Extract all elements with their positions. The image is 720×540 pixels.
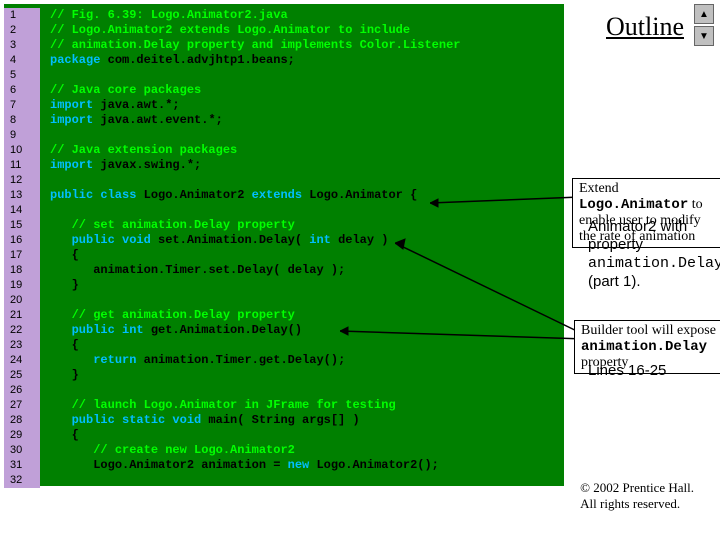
side-text-1: Animator2 with property animation.Delay … <box>588 218 718 291</box>
code-line: 25 } <box>4 368 564 383</box>
code-line: 27 // launch Logo.Animator in JFrame for… <box>4 398 564 413</box>
code-line: 28 public static void main( String args[… <box>4 413 564 428</box>
code-line: 31 Logo.Animator2 animation = new Logo.A… <box>4 458 564 473</box>
outline-heading: Outline <box>606 12 684 42</box>
side-text-lines: Lines 16-25 <box>588 362 666 380</box>
code-line: 26 <box>4 383 564 398</box>
code-line: 10// Java extension packages <box>4 143 564 158</box>
code-line: 8import java.awt.event.*; <box>4 113 564 128</box>
code-line: 7import java.awt.*; <box>4 98 564 113</box>
code-line: 15 // set animation.Delay property <box>4 218 564 233</box>
arrow-line-1 <box>430 195 585 215</box>
scroll-up-button[interactable]: ▲ <box>694 4 714 24</box>
code-line: 30 // create new Logo.Animator2 <box>4 443 564 458</box>
code-line: 5 <box>4 68 564 83</box>
code-line: 6// Java core packages <box>4 83 564 98</box>
scroll-down-button[interactable]: ▼ <box>694 26 714 46</box>
code-line: 11import javax.swing.*; <box>4 158 564 173</box>
code-line: 32 <box>4 473 564 488</box>
code-line: 9 <box>4 128 564 143</box>
code-line: 4package com.deitel.advjhtp1.beans; <box>4 53 564 68</box>
code-line: 1// Fig. 6.39: Logo.Animator2.java <box>4 8 564 23</box>
code-line: 3// animation.Delay property and impleme… <box>4 38 564 53</box>
code-line: 2// Logo.Animator2 extends Logo.Animator… <box>4 23 564 38</box>
code-line: 12 <box>4 173 564 188</box>
code-line: 24 return animation.Timer.get.Delay(); <box>4 353 564 368</box>
code-line: 29 { <box>4 428 564 443</box>
arrow-line-3 <box>340 325 590 345</box>
copyright-footer: © 2002 Prentice Hall.All rights reserved… <box>580 480 694 512</box>
